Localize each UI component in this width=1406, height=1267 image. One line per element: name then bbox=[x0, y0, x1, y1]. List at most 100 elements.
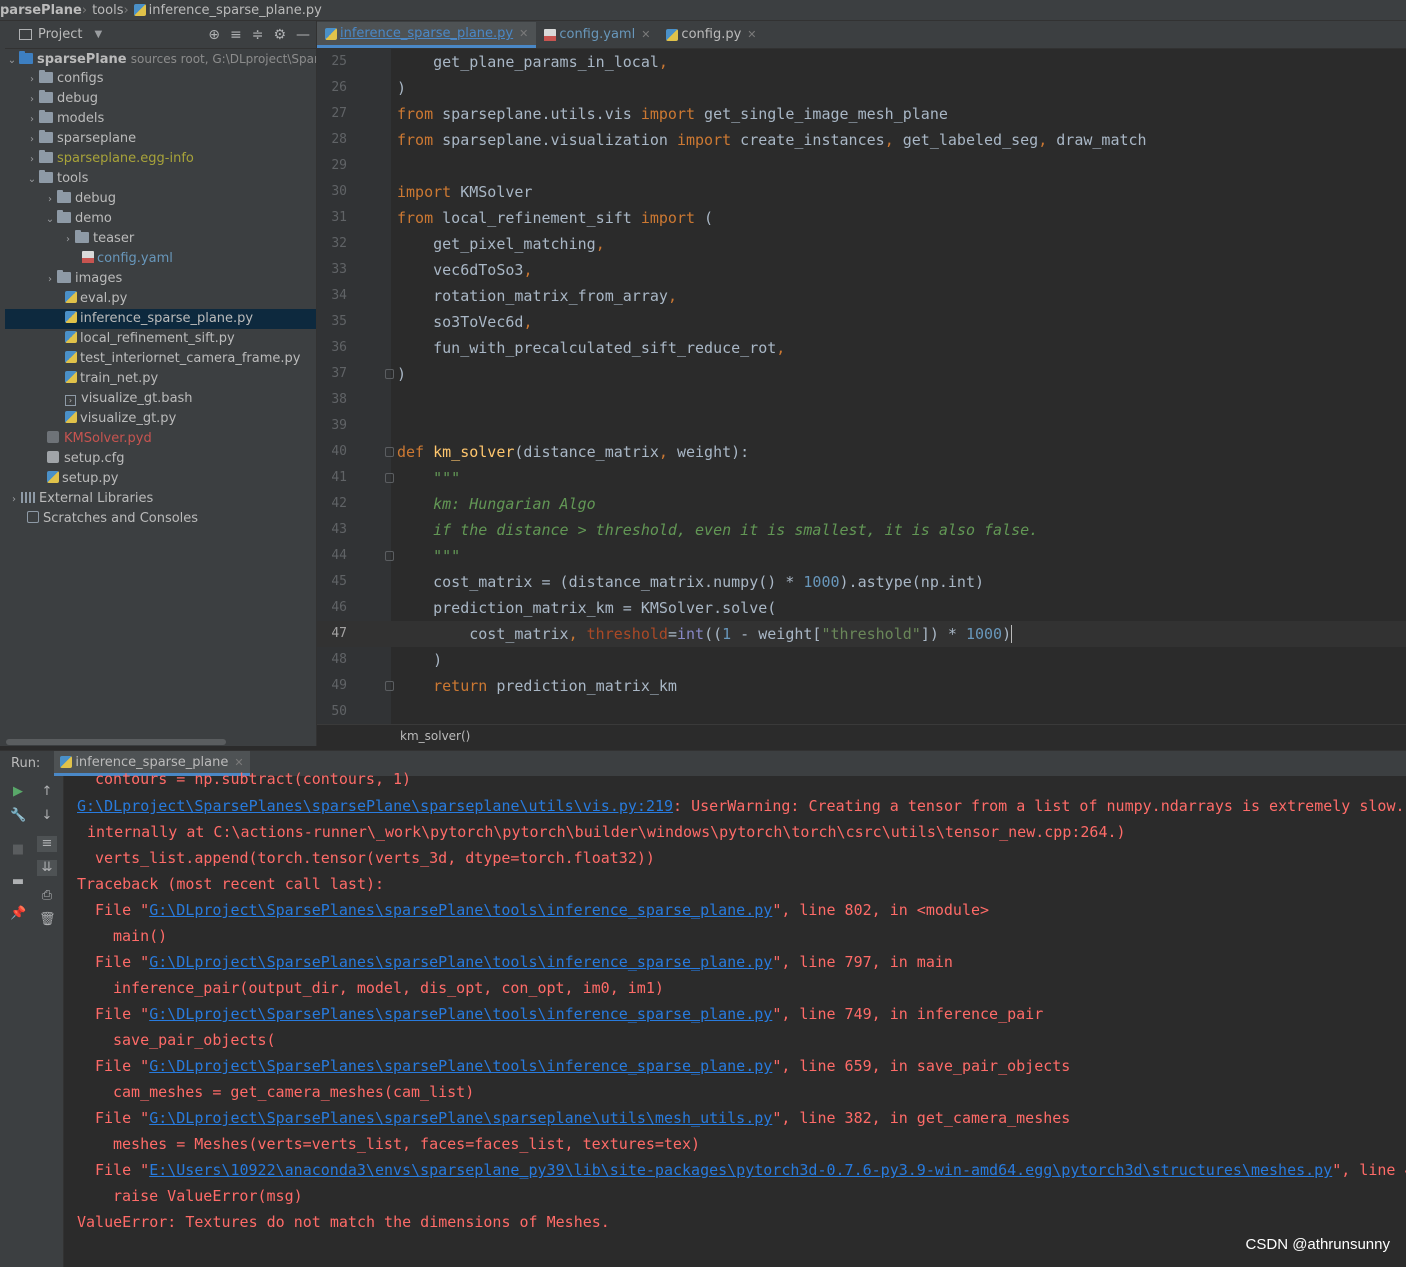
collapse-all-icon[interactable]: ≑ bbox=[252, 27, 264, 43]
close-icon[interactable]: ✕ bbox=[641, 22, 650, 48]
chevron-right-icon[interactable]: › bbox=[25, 110, 39, 129]
navigation-breadcrumb: parsePlane › tools › inference_sparse_pl… bbox=[0, 0, 1406, 21]
stop-icon[interactable]: ■ bbox=[10, 842, 26, 858]
python-file-icon bbox=[65, 291, 77, 303]
binary-file-icon bbox=[47, 431, 59, 443]
code-line: from local_refinement_sift import ( bbox=[397, 209, 714, 227]
line-number: 37 bbox=[331, 366, 347, 381]
locate-icon[interactable]: ⊕ bbox=[208, 27, 220, 43]
python-file-icon bbox=[65, 351, 77, 363]
close-icon[interactable]: ✕ bbox=[519, 22, 528, 45]
tree-item[interactable]: › images bbox=[5, 269, 354, 289]
console-file-link[interactable]: E:\Users\10922\anaconda3\envs\sparseplan… bbox=[149, 1161, 1332, 1179]
breadcrumb-folder[interactable]: tools bbox=[92, 3, 123, 18]
chevron-right-icon[interactable]: › bbox=[43, 190, 57, 209]
run-toolbar: ▶ 🔧 ■ ▬ 📌 ↑ ↓ ≡ ⇊ ⎙ 🗑 bbox=[0, 776, 64, 1267]
code-line: fun_with_precalculated_sift_reduce_rot, bbox=[397, 339, 786, 357]
console-line: contours = np.subtract(contours, 1) bbox=[95, 770, 412, 788]
tab-config-py[interactable]: config.py ✕ bbox=[658, 22, 764, 48]
console-line: File "G:\DLproject\SparsePlanes\sparsePl… bbox=[95, 1057, 1071, 1075]
tree-item[interactable]: setup.cfg bbox=[5, 449, 358, 469]
tree-item-label: KMSolver.pyd bbox=[64, 431, 152, 446]
python-file-icon bbox=[65, 371, 77, 383]
line-number: 28 bbox=[331, 132, 347, 147]
close-icon[interactable]: ✕ bbox=[747, 22, 756, 48]
chevron-down-icon[interactable]: ⌄ bbox=[43, 210, 57, 229]
tree-item-label: images bbox=[75, 271, 123, 286]
tree-item[interactable]: › configs bbox=[5, 69, 336, 89]
tab-label: inference_sparse_plane.py bbox=[340, 26, 514, 41]
wrench-icon[interactable]: 🔧 bbox=[10, 808, 26, 824]
chevron-down-icon[interactable]: ⌄ bbox=[5, 51, 19, 69]
chevron-right-icon[interactable]: › bbox=[25, 130, 39, 149]
chevron-right-icon[interactable]: › bbox=[25, 70, 39, 89]
code-line: from sparseplane.visualization import cr… bbox=[397, 131, 1147, 149]
chevron-down-icon[interactable]: ⌄ bbox=[25, 170, 39, 189]
tree-item-label: sparseplane.egg-info bbox=[57, 151, 194, 166]
function-breadcrumb[interactable]: km_solver() bbox=[400, 729, 470, 743]
line-number: 43 bbox=[331, 522, 347, 537]
breadcrumb-file[interactable]: inference_sparse_plane.py bbox=[149, 3, 322, 18]
scroll-to-end-icon[interactable]: ⇊ bbox=[37, 860, 57, 876]
pin-icon[interactable]: 📌 bbox=[10, 906, 26, 922]
tree-item[interactable]: › External Libraries bbox=[5, 489, 318, 509]
chevron-right-icon[interactable]: › bbox=[25, 90, 39, 109]
python-file-icon bbox=[65, 311, 77, 323]
print-icon[interactable]: ⎙ bbox=[39, 888, 55, 904]
fold-marker-icon[interactable] bbox=[385, 473, 394, 483]
project-panel-title[interactable]: Project bbox=[38, 27, 82, 42]
yaml-file-icon bbox=[82, 251, 94, 263]
tree-item-selected[interactable]: inference_sparse_plane.py bbox=[5, 309, 316, 329]
tab-config-yaml[interactable]: config.yaml ✕ bbox=[536, 22, 658, 48]
line-number: 49 bbox=[331, 678, 347, 693]
chevron-right-icon[interactable]: › bbox=[7, 490, 21, 509]
code-line: from sparseplane.utils.vis import get_si… bbox=[397, 105, 948, 123]
folder-icon bbox=[57, 270, 71, 283]
tree-item-label: setup.cfg bbox=[64, 451, 125, 466]
fold-marker-icon[interactable] bbox=[385, 681, 394, 691]
console-file-link[interactable]: G:\DLproject\SparsePlanes\sparsePlane\to… bbox=[149, 1005, 772, 1023]
console-file-link[interactable]: G:\DLproject\SparsePlanes\sparsePlane\sp… bbox=[77, 797, 673, 815]
console-line: inference_pair(output_dir, model, dis_op… bbox=[113, 979, 664, 997]
fold-marker-icon[interactable] bbox=[385, 447, 394, 457]
line-number: 32 bbox=[331, 236, 347, 251]
tree-item[interactable]: › sparseplane bbox=[5, 129, 336, 149]
chevron-right-icon[interactable]: › bbox=[61, 230, 75, 249]
chevron-right-icon[interactable]: › bbox=[43, 270, 57, 289]
fold-marker-icon[interactable] bbox=[385, 551, 394, 561]
horizontal-scrollbar[interactable] bbox=[6, 739, 226, 745]
expand-all-icon[interactable]: ≡ bbox=[230, 27, 242, 43]
console-file-link[interactable]: G:\DLproject\SparsePlanes\sparsePlane\to… bbox=[149, 901, 772, 919]
fold-marker-icon[interactable] bbox=[385, 369, 394, 379]
tree-item[interactable]: › debug bbox=[5, 89, 336, 109]
trash-icon[interactable]: 🗑 bbox=[39, 912, 56, 928]
tree-item[interactable]: ⌄ demo bbox=[5, 209, 354, 229]
hide-icon[interactable]: — bbox=[296, 27, 310, 43]
tree-item[interactable]: setup.py bbox=[5, 469, 358, 489]
console-file-link[interactable]: G:\DLproject\SparsePlanes\sparsePlane\to… bbox=[149, 953, 772, 971]
console-line: File "G:\DLproject\SparsePlanes\sparsePl… bbox=[95, 1109, 1071, 1127]
down-arrow-icon[interactable]: ↓ bbox=[39, 808, 55, 824]
code-line: ) bbox=[397, 365, 407, 383]
console-file-link[interactable]: G:\DLproject\SparsePlanes\sparsePlane\sp… bbox=[149, 1109, 772, 1127]
tree-item[interactable]: ⌄ tools bbox=[5, 169, 336, 189]
tree-item[interactable]: › sparseplane.egg-info bbox=[5, 149, 336, 169]
tree-item[interactable]: › models bbox=[5, 109, 336, 129]
gear-icon[interactable]: ⚙ bbox=[273, 27, 286, 43]
tree-item[interactable]: › debug bbox=[5, 189, 354, 209]
breadcrumb-project[interactable]: parsePlane bbox=[0, 3, 82, 18]
layout-icon[interactable]: ▬ bbox=[10, 874, 26, 890]
code-line: prediction_matrix_km = KMSolver.solve( bbox=[397, 599, 777, 617]
up-arrow-icon[interactable]: ↑ bbox=[39, 784, 55, 800]
console-file-link[interactable]: G:\DLproject\SparsePlanes\sparsePlane\to… bbox=[149, 1057, 772, 1075]
soft-wrap-icon[interactable]: ≡ bbox=[37, 836, 57, 852]
yaml-file-icon bbox=[544, 29, 557, 41]
tree-item[interactable]: Scratches and Consoles bbox=[5, 509, 338, 529]
dropdown-arrow-icon[interactable]: ▼ bbox=[94, 29, 102, 40]
chevron-right-icon[interactable]: › bbox=[25, 150, 39, 169]
tree-root[interactable]: ⌄ sparsePlane sources root, G:\DLproject\… bbox=[5, 49, 316, 69]
tree-item-label: configs bbox=[57, 71, 104, 86]
rerun-icon[interactable]: ▶ bbox=[10, 784, 26, 800]
tree-item[interactable]: KMSolver.pyd bbox=[5, 429, 358, 449]
tab-inference-sparse-plane[interactable]: inference_sparse_plane.py ✕ bbox=[317, 22, 537, 48]
